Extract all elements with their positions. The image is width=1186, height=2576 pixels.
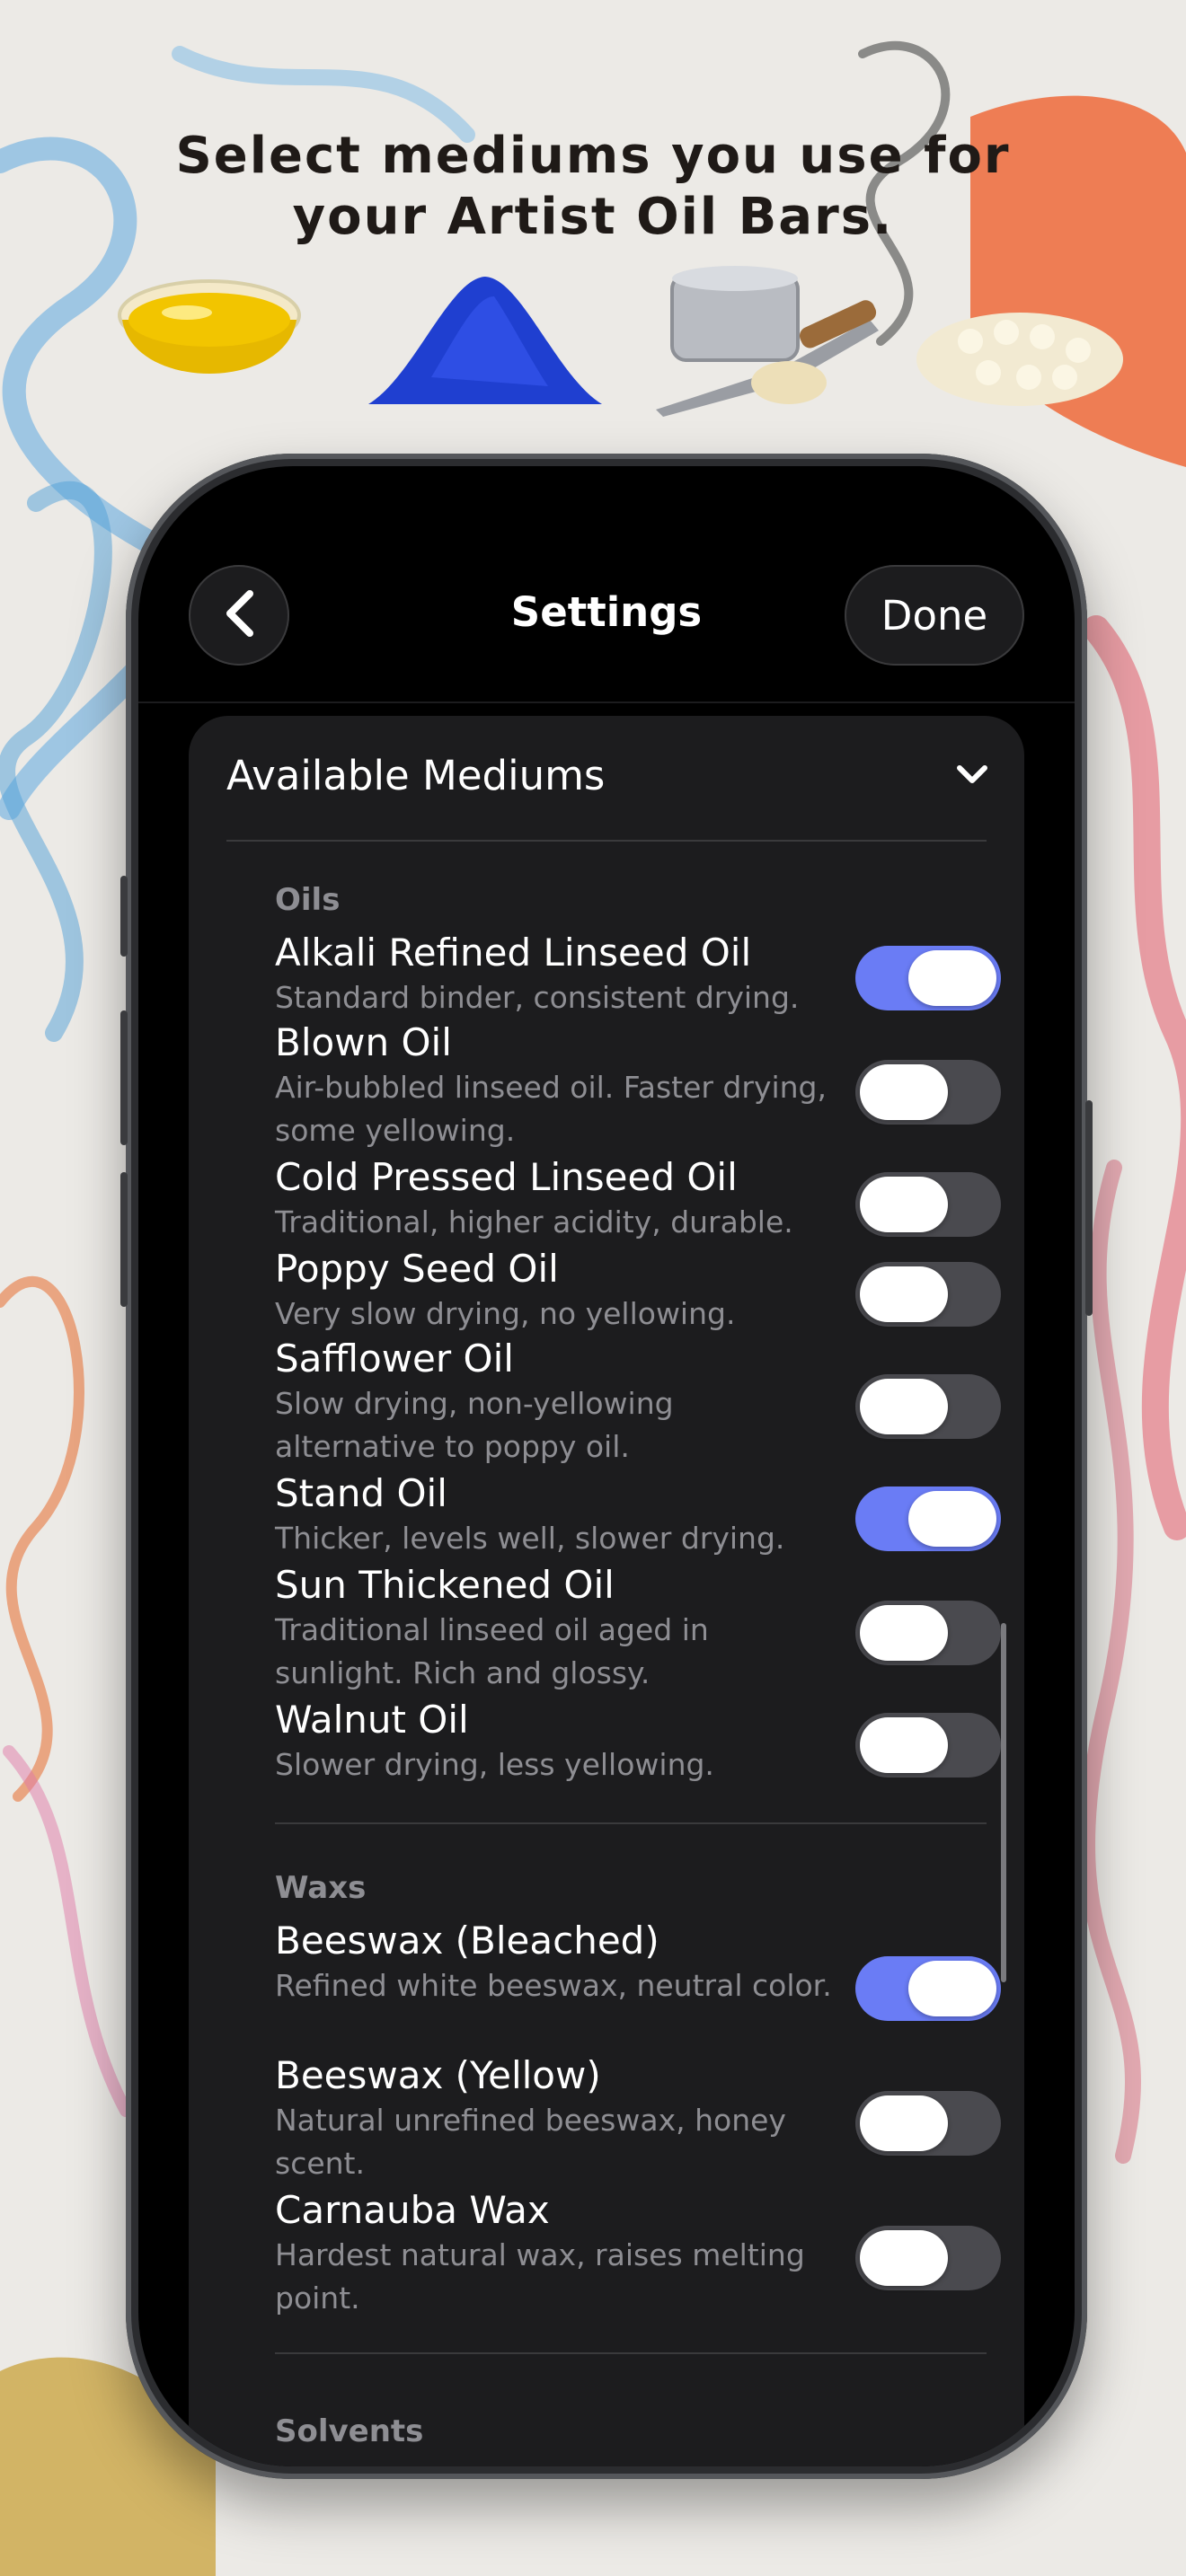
wax-tin-with-knife-image (654, 266, 879, 422)
item-name: Beeswax (Yellow) (275, 2053, 601, 2097)
item-description: Traditional linseed oil aged in sunlight… (275, 1612, 709, 1690)
chevron-down-icon[interactable] (954, 761, 990, 791)
item-name: Cold Pressed Linseed Oil (275, 1155, 738, 1199)
item-description: Air-bubbled linseed oil. Faster drying, … (275, 1070, 827, 1148)
wax-pellets-image (907, 287, 1132, 417)
scrollbar[interactable] (1001, 1623, 1006, 1982)
list-item: Alkali Refined Linseed Oil Standard bind… (275, 930, 832, 1019)
item-description: Standard binder, consistent drying. (275, 980, 800, 1015)
toggle-stand-oil[interactable] (855, 1486, 1001, 1551)
toggle-knob (860, 1379, 948, 1434)
item-name: Carnauba Wax (275, 2188, 550, 2232)
side-button (120, 876, 128, 957)
toggle-knob (860, 1064, 948, 1120)
nav-divider (138, 701, 1075, 703)
toggle-beeswax-bleached[interactable] (855, 1956, 1001, 2021)
item-description: Slow drying, non-yellowing alternative t… (275, 1386, 674, 1464)
toggle-knob (860, 1605, 948, 1661)
toggle-knob (860, 1266, 948, 1322)
volume-down-button (120, 1172, 128, 1307)
toggle-walnut-oil[interactable] (855, 1713, 1001, 1778)
power-button (1085, 1100, 1093, 1316)
list-item: Beeswax (Bleached) Refined white beeswax… (275, 1918, 832, 2007)
card-title: Available Mediums (226, 752, 606, 799)
section-label-oils: Oils (275, 882, 341, 918)
list-item: Walnut Oil Slower drying, less yellowing… (275, 1697, 832, 1786)
toggle-poppy-seed-oil[interactable] (855, 1262, 1001, 1327)
item-name: Safflower Oil (275, 1337, 514, 1381)
item-name: Poppy Seed Oil (275, 1247, 559, 1291)
item-name: Alkali Refined Linseed Oil (275, 931, 752, 975)
list-item: Blown Oil Air-bubbled linseed oil. Faste… (275, 1019, 832, 1152)
item-description: Traditional, higher acidity, durable. (275, 1204, 793, 1239)
item-name: Blown Oil (275, 1020, 452, 1064)
list-item: Stand Oil Thicker, levels well, slower d… (275, 1470, 832, 1560)
item-description: Refined white beeswax, neutral color. (275, 1968, 832, 2003)
item-description: Natural unrefined beeswax, honey scent. (275, 2103, 786, 2181)
done-button[interactable]: Done (845, 565, 1024, 666)
item-description: Slower drying, less yellowing. (275, 1747, 714, 1782)
section-divider (275, 1822, 987, 1824)
toggle-knob (860, 1177, 948, 1232)
item-name: Beeswax (Bleached) (275, 1919, 659, 1963)
item-name: Stand Oil (275, 1471, 447, 1515)
volume-up-button (120, 1010, 128, 1145)
card-header[interactable]: Available Mediums (189, 716, 1024, 842)
toggle-cold-pressed-linseed-oil[interactable] (855, 1172, 1001, 1237)
item-name: Walnut Oil (275, 1698, 469, 1742)
toggle-knob (908, 950, 996, 1006)
phone-frame: Settings Done Available Mediums Oils Alk… (120, 454, 1093, 2479)
toggle-knob (860, 2230, 948, 2286)
list-item: Safflower Oil Slow drying, non-yellowing… (275, 1336, 832, 1469)
headline-line-2: your Artist Oil Bars. (292, 188, 894, 246)
toggle-alkali-refined-linseed-oil[interactable] (855, 946, 1001, 1010)
list-item: Poppy Seed Oil Very slow drying, no yell… (275, 1246, 832, 1336)
card-header-divider (226, 840, 987, 842)
toggle-beeswax-yellow[interactable] (855, 2091, 1001, 2156)
section-label-next: Solvents (275, 2413, 424, 2449)
list-item: Carnauba Wax Hardest natural wax, raises… (275, 2187, 832, 2320)
medium-illustrations (0, 260, 1186, 431)
toggle-knob (908, 1961, 996, 2016)
toggle-safflower-oil[interactable] (855, 1374, 1001, 1439)
toggle-sun-thickened-oil[interactable] (855, 1601, 1001, 1665)
headline-line-1: Select mediums you use for (175, 127, 1011, 185)
blue-pigment-image (359, 269, 611, 417)
headline: Select mediums you use for your Artist O… (0, 126, 1186, 248)
item-description: Thicker, levels well, slower drying. (275, 1521, 785, 1556)
mediums-card: Available Mediums Oils Alkali Refined Li… (189, 716, 1024, 2466)
item-description: Very slow drying, no yellowing. (275, 1296, 736, 1331)
toggle-blown-oil[interactable] (855, 1060, 1001, 1125)
list-item: Cold Pressed Linseed Oil Traditional, hi… (275, 1154, 832, 1244)
list-item: Sun Thickened Oil Traditional linseed oi… (275, 1562, 832, 1695)
item-name: Sun Thickened Oil (275, 1563, 615, 1607)
item-description: Hardest natural wax, raises melting poin… (275, 2237, 805, 2316)
toggle-carnauba-wax[interactable] (855, 2226, 1001, 2290)
section-label-waxes: Waxs (275, 1870, 367, 1906)
nav-bar: Settings Done (138, 565, 1075, 673)
list-item: Beeswax (Yellow) Natural unrefined beesw… (275, 2052, 832, 2185)
section-divider (275, 2352, 987, 2354)
toggle-knob (860, 2095, 948, 2151)
phone-screen: Settings Done Available Mediums Oils Alk… (138, 466, 1075, 2466)
oil-bowl-image (115, 275, 304, 413)
toggle-knob (908, 1491, 996, 1547)
toggle-knob (860, 1717, 948, 1773)
